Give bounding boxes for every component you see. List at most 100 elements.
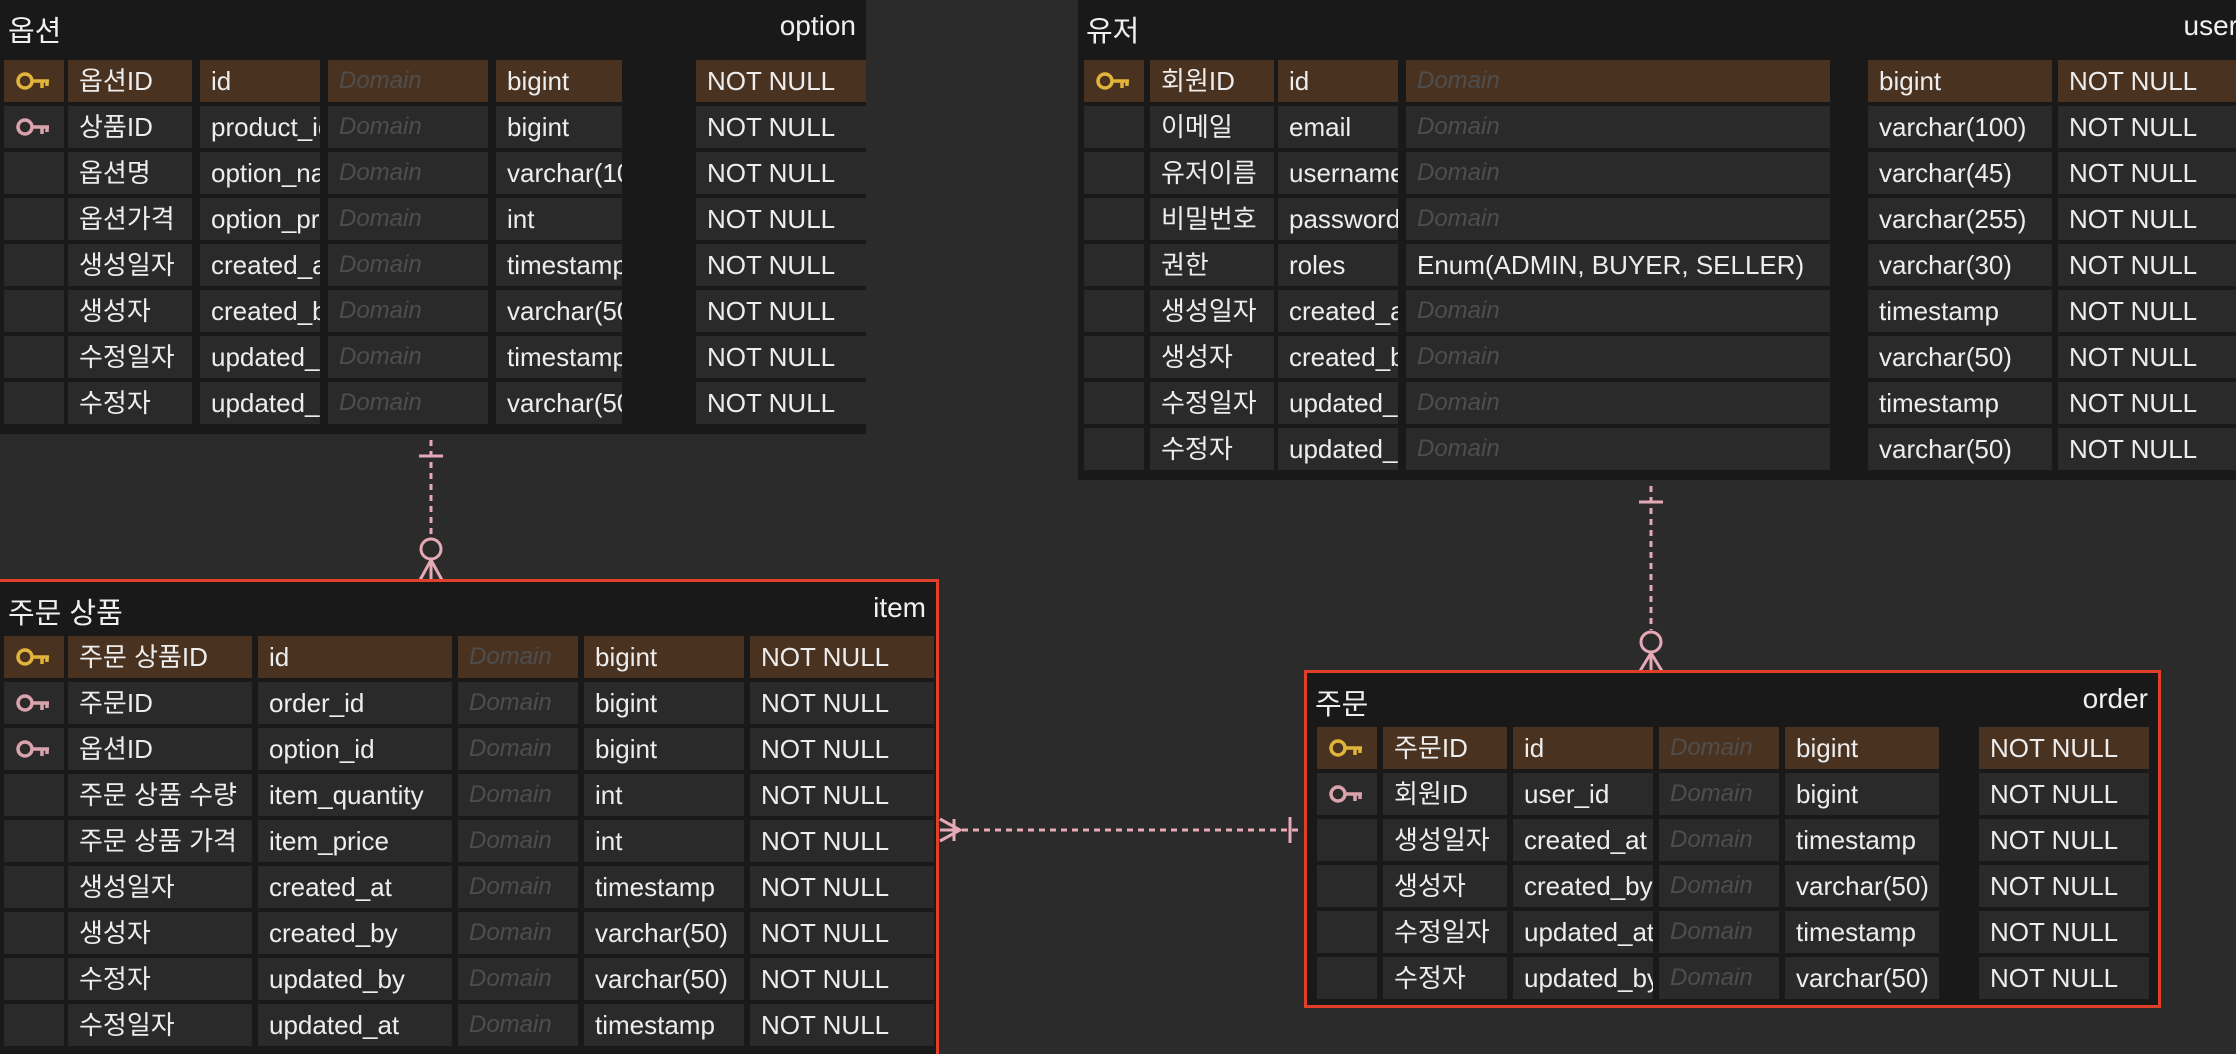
column-logical-name[interactable]: 주문 상품 가격 bbox=[68, 820, 252, 862]
column-physical-name[interactable]: updated_at bbox=[1278, 382, 1398, 424]
column-domain[interactable]: Domain bbox=[328, 336, 488, 378]
column-row[interactable]: 생성자created_byDomainvarchar(50)NOT NULL bbox=[1078, 334, 2236, 380]
column-nullable[interactable]: NOT NULL bbox=[750, 636, 934, 678]
table-header[interactable]: 옵션 option bbox=[0, 0, 866, 52]
column-logical-name[interactable]: 수정일자 bbox=[68, 336, 192, 378]
column-logical-name[interactable]: 생성일자 bbox=[1383, 819, 1507, 861]
table-header[interactable]: 주문 상품 item bbox=[0, 582, 936, 634]
column-data-type[interactable]: varchar(255) bbox=[1868, 198, 2052, 240]
column-row[interactable]: 주문 상품 가격 item_price Domain int NOT NULL bbox=[0, 818, 936, 864]
column-domain[interactable]: Domain bbox=[1659, 865, 1779, 907]
column-data-type[interactable]: bigint bbox=[1785, 727, 1939, 769]
column-domain[interactable]: Domain bbox=[1406, 336, 1830, 378]
column-domain[interactable]: Domain bbox=[458, 636, 578, 678]
column-row[interactable]: 주문ID id Domain bigint NOT NULL bbox=[1307, 725, 2158, 771]
column-physical-name[interactable]: password bbox=[1278, 198, 1398, 240]
column-data-type[interactable]: bigint bbox=[584, 636, 744, 678]
column-row[interactable]: 옵션ID option_id Domain bigint NOT NULL bbox=[0, 726, 936, 772]
column-domain[interactable]: Domain bbox=[328, 152, 488, 194]
column-logical-name[interactable]: 생성자 bbox=[1150, 336, 1274, 378]
column-domain[interactable]: Domain bbox=[458, 912, 578, 954]
column-physical-name[interactable]: created_by bbox=[1278, 336, 1398, 378]
column-nullable[interactable]: NOT NULL bbox=[2058, 106, 2236, 148]
column-nullable[interactable]: NOT NULL bbox=[750, 912, 934, 954]
column-logical-name[interactable]: 옵션명 bbox=[68, 152, 192, 194]
column-logical-name[interactable]: 수정일자 bbox=[1150, 382, 1274, 424]
column-data-type[interactable]: varchar(50) bbox=[1785, 957, 1939, 999]
column-data-type[interactable]: timestamp bbox=[584, 1004, 744, 1046]
column-row[interactable]: 생성자created_byDomainvarchar(50)NOT NULL bbox=[0, 288, 866, 334]
table-user[interactable]: 유저 user 회원ID id Domain bigint NOT NULL 이메일 ema… bbox=[1078, 0, 2236, 480]
column-domain[interactable]: Domain bbox=[1659, 819, 1779, 861]
column-data-type[interactable]: timestamp bbox=[496, 336, 622, 378]
table-header[interactable]: 유저 user bbox=[1078, 0, 2236, 52]
column-logical-name[interactable]: 생성자 bbox=[68, 290, 192, 332]
column-row[interactable]: 수정자updated_byDomainvarchar(50)NOT NULL bbox=[1078, 426, 2236, 472]
column-physical-name[interactable]: updated_at bbox=[258, 1004, 452, 1046]
column-row[interactable]: 생성일자created_atDomaintimestampNOT NULL bbox=[0, 242, 866, 288]
column-data-type[interactable]: timestamp bbox=[1868, 290, 2052, 332]
column-logical-name[interactable]: 주문 상품ID bbox=[68, 636, 252, 678]
column-physical-name[interactable]: updated_by bbox=[1513, 957, 1653, 999]
column-domain[interactable]: Domain bbox=[1659, 773, 1779, 815]
column-domain[interactable]: Enum(ADMIN, BUYER, SELLER) bbox=[1406, 244, 1830, 286]
column-physical-name[interactable]: id bbox=[1513, 727, 1653, 769]
column-row[interactable]: 수정일자updated_atDomaintimestampNOT NULL bbox=[0, 334, 866, 380]
column-physical-name[interactable]: updated_by bbox=[258, 958, 452, 1000]
column-domain[interactable]: Domain bbox=[1406, 290, 1830, 332]
column-physical-name[interactable]: order_id bbox=[258, 682, 452, 724]
column-physical-name[interactable]: created_by bbox=[258, 912, 452, 954]
column-nullable[interactable]: NOT NULL bbox=[1979, 773, 2149, 815]
table-header[interactable]: 주문 order bbox=[1307, 673, 2158, 725]
column-logical-name[interactable]: 수정자 bbox=[1383, 957, 1507, 999]
column-logical-name[interactable]: 이메일 bbox=[1150, 106, 1274, 148]
column-row[interactable]: 생성자created_byDomainvarchar(50)NOT NULL bbox=[1307, 863, 2158, 909]
column-physical-name[interactable]: created_at bbox=[200, 244, 320, 286]
column-nullable[interactable]: NOT NULL bbox=[2058, 336, 2236, 378]
column-row[interactable]: 권한 roles Enum(ADMIN, BUYER, SELLER) varchar… bbox=[1078, 242, 2236, 288]
column-row[interactable]: 주문ID order_id Domain bigint NOT NULL bbox=[0, 680, 936, 726]
column-domain[interactable]: Domain bbox=[328, 106, 488, 148]
column-nullable[interactable]: NOT NULL bbox=[696, 244, 866, 286]
column-physical-name[interactable]: user_id bbox=[1513, 773, 1653, 815]
column-row[interactable]: 상품IDproduct_idDomainbigint NOT NULL bbox=[0, 104, 866, 150]
column-logical-name[interactable]: 권한 bbox=[1150, 244, 1274, 286]
column-data-type[interactable]: timestamp bbox=[1785, 819, 1939, 861]
column-row[interactable]: 옵션가격option_priceDomainint NOT NULL bbox=[0, 196, 866, 242]
column-domain[interactable]: Domain bbox=[458, 728, 578, 770]
column-row[interactable]: 옵션ID id Domain bigint NOT NULL bbox=[0, 58, 866, 104]
column-nullable[interactable]: NOT NULL bbox=[750, 728, 934, 770]
column-row[interactable]: 수정일자updated_atDomaintimestampNOT NULL bbox=[0, 1002, 936, 1048]
column-data-type[interactable]: varchar(50) bbox=[1785, 865, 1939, 907]
column-logical-name[interactable]: 수정자 bbox=[1150, 428, 1274, 470]
column-logical-name[interactable]: 생성자 bbox=[1383, 865, 1507, 907]
column-data-type[interactable]: bigint bbox=[1868, 60, 2052, 102]
table-order[interactable]: 주문 order 주문ID id Domain bigint NOT NULL 회원ID u… bbox=[1304, 670, 2161, 1008]
column-row[interactable]: 주문 상품ID id Domain bigint NOT NULL bbox=[0, 634, 936, 680]
column-nullable[interactable]: NOT NULL bbox=[750, 774, 934, 816]
column-data-type[interactable]: bigint bbox=[584, 728, 744, 770]
column-row[interactable]: 이메일 email Domain varchar(100) NOT NULL bbox=[1078, 104, 2236, 150]
column-physical-name[interactable]: roles bbox=[1278, 244, 1398, 286]
column-data-type[interactable]: timestamp bbox=[584, 866, 744, 908]
column-physical-name[interactable]: option_price bbox=[200, 198, 320, 240]
column-nullable[interactable]: NOT NULL bbox=[750, 958, 934, 1000]
column-nullable[interactable]: NOT NULL bbox=[2058, 290, 2236, 332]
column-logical-name[interactable]: 생성일자 bbox=[68, 244, 192, 286]
column-domain[interactable]: Domain bbox=[1659, 957, 1779, 999]
column-row[interactable]: 회원ID id Domain bigint NOT NULL bbox=[1078, 58, 2236, 104]
column-nullable[interactable]: NOT NULL bbox=[696, 60, 866, 102]
column-nullable[interactable]: NOT NULL bbox=[2058, 60, 2236, 102]
column-physical-name[interactable]: created_at bbox=[1278, 290, 1398, 332]
column-row[interactable]: 생성일자created_atDomaintimestampNOT NULL bbox=[0, 864, 936, 910]
column-domain[interactable]: Domain bbox=[1659, 727, 1779, 769]
column-data-type[interactable]: timestamp bbox=[496, 244, 622, 286]
column-physical-name[interactable]: updated_by bbox=[1278, 428, 1398, 470]
column-data-type[interactable]: int bbox=[496, 198, 622, 240]
column-domain[interactable]: Domain bbox=[458, 774, 578, 816]
column-row[interactable]: 수정자updated_byDomainvarchar(50)NOT NULL bbox=[0, 956, 936, 1002]
column-row[interactable]: 비밀번호 password Domain varchar(255) NOT NULL bbox=[1078, 196, 2236, 242]
column-domain[interactable]: Domain bbox=[458, 820, 578, 862]
column-data-type[interactable]: bigint bbox=[584, 682, 744, 724]
column-data-type[interactable]: int bbox=[584, 820, 744, 862]
